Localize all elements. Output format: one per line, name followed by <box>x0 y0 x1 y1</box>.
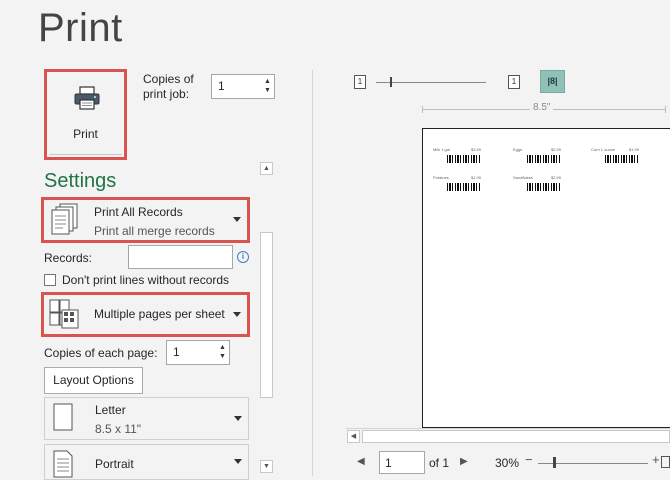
barcode <box>447 155 481 163</box>
zoom-to-page-icon[interactable] <box>661 456 670 468</box>
increment-icon[interactable]: ▲ <box>218 343 227 352</box>
zoom-slider-thumb[interactable] <box>553 457 556 468</box>
current-page-input[interactable]: 1 <box>379 451 425 474</box>
page-zoom-slider-thumb[interactable] <box>390 77 392 87</box>
page-count-label: of 1 <box>429 456 450 470</box>
barcode <box>527 155 561 163</box>
zoom-in-icon[interactable]: + <box>652 452 660 467</box>
copies-label-line1: Copies of <box>143 72 194 86</box>
scrollbar-thumb[interactable] <box>362 430 670 443</box>
settings-heading: Settings <box>44 170 117 192</box>
pages-per-sheet-main: Multiple pages per sheet <box>94 307 225 321</box>
copies-each-page-stepper[interactable]: 1 ▲ ▼ <box>166 340 230 365</box>
decrement-icon[interactable]: ▼ <box>263 86 272 95</box>
copies-each-page-value: 1 <box>173 345 180 359</box>
preview-label: Eggs $2.99 <box>513 147 583 175</box>
label-price: $1.99 <box>471 175 482 180</box>
paper-size-main: Letter <box>95 403 126 417</box>
label-name: Potatoes <box>433 175 449 180</box>
ruler-tick <box>665 106 666 113</box>
label-name: Sandflakes <box>513 175 533 180</box>
ruler-label: 8.5" <box>530 102 554 113</box>
zoom-to-page-icon[interactable]: 1 <box>508 75 520 89</box>
chevron-down-icon <box>234 415 242 421</box>
paper-icon <box>53 403 73 431</box>
previous-page-icon[interactable]: ◀ <box>357 456 365 467</box>
increment-icon[interactable]: ▲ <box>263 77 272 86</box>
label-price: $2.99 <box>551 147 562 152</box>
checkbox-label: Don't print lines without records <box>62 273 230 287</box>
zoom-level: 30% <box>495 456 520 470</box>
decrement-icon[interactable]: ▼ <box>218 352 227 361</box>
print-records-main: Print All Records <box>94 205 183 219</box>
page-title: Print <box>38 6 123 50</box>
preview-label: Corn 1 ounce $1.99 <box>591 147 661 175</box>
preview-label: Potatoes $1.99 <box>433 175 503 203</box>
ruler-tick <box>422 106 423 113</box>
single-page-icon[interactable]: 1 <box>354 75 366 89</box>
copies-print-job-label: Copies of print job: <box>143 72 194 102</box>
preview-label: Milk 1 gal $3.99 <box>433 147 503 175</box>
page-zoom-slider[interactable] <box>376 82 486 83</box>
label-name: Eggs <box>513 147 523 152</box>
print-blank-lines-checkbox[interactable] <box>44 274 56 286</box>
label-name: Milk 1 gal <box>433 147 450 152</box>
document-stack-icon <box>51 203 78 235</box>
label-price: $3.99 <box>471 147 482 152</box>
portrait-page-icon <box>53 450 73 478</box>
print-records-dropdown[interactable]: Print All Records Print all merge record… <box>41 197 250 243</box>
records-label: Records: <box>44 251 93 265</box>
label-name: Corn 1 ounce <box>591 147 616 152</box>
records-input[interactable] <box>128 245 233 269</box>
preview-horizontal-scrollbar[interactable]: ◀ <box>346 428 670 443</box>
multiple-pages-icon <box>49 299 79 329</box>
preview-page: Milk 1 gal $3.99 Eggs $2.99 Corn 1 ounce… <box>422 128 670 428</box>
chevron-down-icon <box>233 217 241 222</box>
zoom-out-icon[interactable]: − <box>525 452 533 467</box>
printer-icon <box>74 86 100 110</box>
copies-label-line2: print job: <box>143 87 190 101</box>
show-margins-label: 8 <box>549 76 555 86</box>
copies-print-job-stepper[interactable]: 1 ▲ ▼ <box>211 74 275 99</box>
chevron-down-icon <box>233 311 241 317</box>
label-price: $2.99 <box>551 175 562 180</box>
info-icon[interactable]: i <box>237 251 249 263</box>
scrollbar-thumb[interactable] <box>260 232 273 398</box>
print-button[interactable]: Print <box>44 69 127 160</box>
barcode <box>527 183 561 191</box>
barcode <box>447 183 481 191</box>
copies-print-job-value: 1 <box>218 79 225 93</box>
chevron-down-icon <box>234 459 242 464</box>
label-price: $1.99 <box>629 147 640 152</box>
preview-label: Sandflakes $2.99 <box>513 175 583 203</box>
orientation-main: Portrait <box>95 457 134 471</box>
print-button-label: Print <box>73 127 98 141</box>
settings-scrollbar[interactable]: ▲ ▼ <box>259 160 274 476</box>
orientation-dropdown[interactable]: Portrait <box>44 444 249 480</box>
scroll-left-icon[interactable]: ◀ <box>347 430 360 443</box>
paper-size-dropdown[interactable]: Letter 8.5 x 11" <box>44 397 249 440</box>
scroll-up-icon[interactable]: ▲ <box>260 162 273 175</box>
scroll-down-icon[interactable]: ▼ <box>260 460 273 473</box>
barcode <box>605 155 639 163</box>
layout-options-button[interactable]: Layout Options <box>44 367 143 394</box>
copies-each-page-label: Copies of each page: <box>44 346 158 360</box>
current-page-value: 1 <box>385 456 392 470</box>
pages-per-sheet-dropdown[interactable]: Multiple pages per sheet <box>41 292 250 337</box>
show-margins-button[interactable]: |8| <box>540 70 565 93</box>
print-records-sub: Print all merge records <box>94 224 215 238</box>
paper-size-sub: 8.5 x 11" <box>95 422 142 436</box>
panel-divider <box>312 70 313 476</box>
next-page-icon[interactable]: ▶ <box>460 456 468 467</box>
